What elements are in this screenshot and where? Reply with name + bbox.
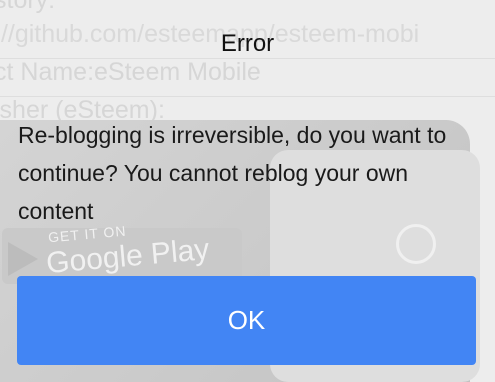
dialog-message: Re-blogging is irreversible, do you want…	[18, 122, 447, 224]
ok-button[interactable]: OK	[17, 276, 476, 365]
screen: story: ://github.com/esteemapp/esteem-mo…	[0, 0, 495, 382]
dialog-title: Error	[220, 30, 275, 57]
error-dialog: Error Re-blogging is irreversible, do yo…	[0, 0, 495, 382]
